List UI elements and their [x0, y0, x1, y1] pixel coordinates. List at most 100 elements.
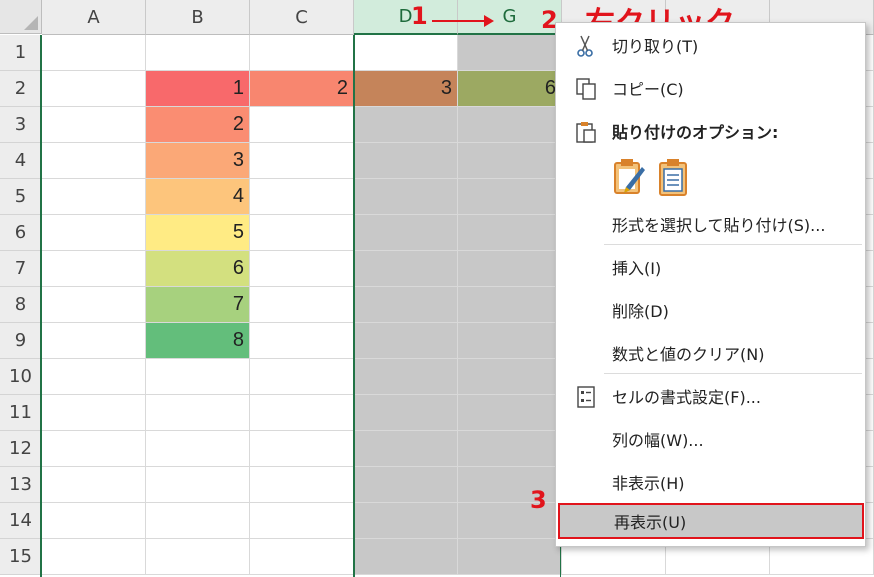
- cell-g5[interactable]: [458, 179, 562, 215]
- cell-b15[interactable]: [146, 539, 250, 575]
- cell-a13[interactable]: [42, 467, 146, 503]
- cell-d13[interactable]: [354, 467, 458, 503]
- cell-b6[interactable]: 5: [146, 215, 250, 251]
- cell-g7[interactable]: [458, 251, 562, 287]
- select-all-button[interactable]: [0, 0, 42, 34]
- row-header-4[interactable]: 4: [0, 143, 42, 179]
- paste-formatting-icon[interactable]: [612, 157, 648, 197]
- cell-b11[interactable]: [146, 395, 250, 431]
- cell-d10[interactable]: [354, 359, 458, 395]
- cell-a10[interactable]: [42, 359, 146, 395]
- row-header-9[interactable]: 9: [0, 323, 42, 359]
- cell-a11[interactable]: [42, 395, 146, 431]
- cell-g3[interactable]: [458, 107, 562, 143]
- cell-b9[interactable]: 8: [146, 323, 250, 359]
- cell-c5[interactable]: [250, 179, 354, 215]
- cell-g1[interactable]: [458, 35, 562, 71]
- cell-c12[interactable]: [250, 431, 354, 467]
- cell-d9[interactable]: [354, 323, 458, 359]
- row-header-8[interactable]: 8: [0, 287, 42, 323]
- cell-d12[interactable]: [354, 431, 458, 467]
- cell-a4[interactable]: [42, 143, 146, 179]
- cell-c8[interactable]: [250, 287, 354, 323]
- row-header-2[interactable]: 2: [0, 71, 42, 107]
- cell-d7[interactable]: [354, 251, 458, 287]
- cell-b12[interactable]: [146, 431, 250, 467]
- row-header-6[interactable]: 6: [0, 215, 42, 251]
- column-header-a[interactable]: A: [42, 0, 146, 35]
- cell-a15[interactable]: [42, 539, 146, 575]
- cell-d11[interactable]: [354, 395, 458, 431]
- cell-d15[interactable]: [354, 539, 458, 575]
- cell-g10[interactable]: [458, 359, 562, 395]
- row-header-15[interactable]: 15: [0, 539, 42, 575]
- cell-a14[interactable]: [42, 503, 146, 539]
- cell-g6[interactable]: [458, 215, 562, 251]
- column-header-b[interactable]: B: [146, 0, 250, 35]
- row-header-14[interactable]: 14: [0, 503, 42, 539]
- cell-c4[interactable]: [250, 143, 354, 179]
- cell-a1[interactable]: [42, 35, 146, 71]
- cell-b1[interactable]: [146, 35, 250, 71]
- column-header-c[interactable]: C: [250, 0, 354, 35]
- menu-item-column-width[interactable]: 列の幅(W)...: [556, 421, 865, 457]
- row-header-7[interactable]: 7: [0, 251, 42, 287]
- menu-item-hide[interactable]: 非表示(H): [556, 464, 865, 500]
- cell-g8[interactable]: [458, 287, 562, 323]
- cell-a12[interactable]: [42, 431, 146, 467]
- cell-c10[interactable]: [250, 359, 354, 395]
- cell-c3[interactable]: [250, 107, 354, 143]
- cell-b7[interactable]: 6: [146, 251, 250, 287]
- cell-d4[interactable]: [354, 143, 458, 179]
- cell-c13[interactable]: [250, 467, 354, 503]
- cell-g4[interactable]: [458, 143, 562, 179]
- menu-item-copy[interactable]: コピー(C): [556, 70, 865, 106]
- menu-item-unhide[interactable]: 再表示(U): [558, 503, 864, 539]
- cell-c6[interactable]: [250, 215, 354, 251]
- row-header-12[interactable]: 12: [0, 431, 42, 467]
- row-header-11[interactable]: 11: [0, 395, 42, 431]
- paste-icon[interactable]: [656, 157, 692, 197]
- cell-a9[interactable]: [42, 323, 146, 359]
- cell-d2[interactable]: 3: [354, 71, 458, 107]
- cell-g12[interactable]: [458, 431, 562, 467]
- cell-c14[interactable]: [250, 503, 354, 539]
- cell-a5[interactable]: [42, 179, 146, 215]
- cell-c7[interactable]: [250, 251, 354, 287]
- cell-g11[interactable]: [458, 395, 562, 431]
- cell-b2[interactable]: 1: [146, 71, 250, 107]
- row-header-5[interactable]: 5: [0, 179, 42, 215]
- cell-a3[interactable]: [42, 107, 146, 143]
- cell-d5[interactable]: [354, 179, 458, 215]
- cell-b10[interactable]: [146, 359, 250, 395]
- cell-c1[interactable]: [250, 35, 354, 71]
- row-header-1[interactable]: 1: [0, 35, 42, 71]
- row-header-3[interactable]: 3: [0, 107, 42, 143]
- cell-c9[interactable]: [250, 323, 354, 359]
- cell-g2[interactable]: 6: [458, 71, 562, 107]
- cell-d6[interactable]: [354, 215, 458, 251]
- cell-b13[interactable]: [146, 467, 250, 503]
- cell-a8[interactable]: [42, 287, 146, 323]
- cell-a2[interactable]: [42, 71, 146, 107]
- cell-d8[interactable]: [354, 287, 458, 323]
- cell-b5[interactable]: 4: [146, 179, 250, 215]
- cell-c15[interactable]: [250, 539, 354, 575]
- cell-a6[interactable]: [42, 215, 146, 251]
- menu-item-paste-special[interactable]: 形式を選択して貼り付け(S)...: [556, 206, 865, 242]
- column-header-d[interactable]: D: [354, 0, 458, 35]
- cell-c2[interactable]: 2: [250, 71, 354, 107]
- cell-d3[interactable]: [354, 107, 458, 143]
- cell-c11[interactable]: [250, 395, 354, 431]
- cell-g9[interactable]: [458, 323, 562, 359]
- row-header-13[interactable]: 13: [0, 467, 42, 503]
- menu-item-format-cells[interactable]: セルの書式設定(F)...: [556, 378, 865, 414]
- cell-d14[interactable]: [354, 503, 458, 539]
- cell-b8[interactable]: 7: [146, 287, 250, 323]
- menu-item-clear-contents[interactable]: 数式と値のクリア(N): [556, 335, 865, 371]
- cell-b4[interactable]: 3: [146, 143, 250, 179]
- cell-d1[interactable]: [354, 35, 458, 71]
- menu-item-cut[interactable]: 切り取り(T): [556, 27, 865, 63]
- cell-b14[interactable]: [146, 503, 250, 539]
- cell-a7[interactable]: [42, 251, 146, 287]
